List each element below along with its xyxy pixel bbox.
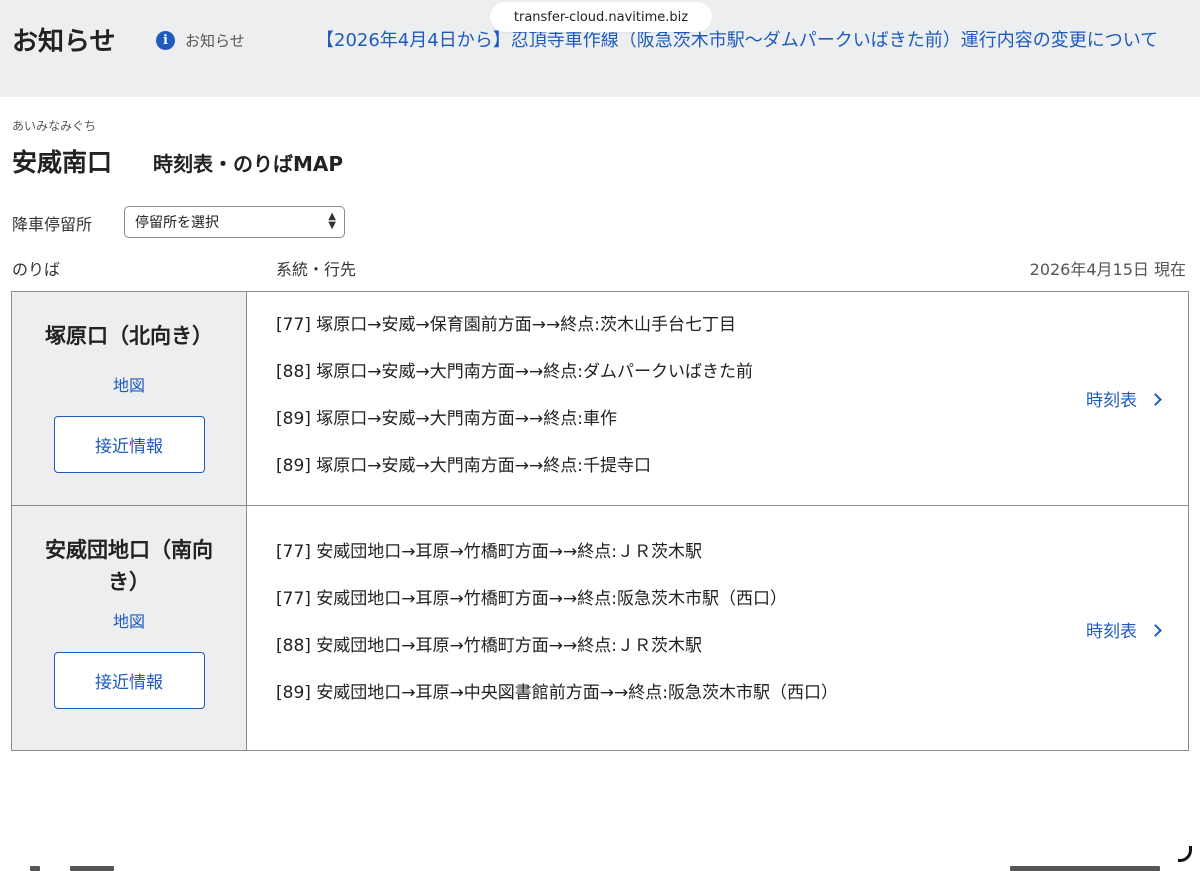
- route-cell: [77] 安威団地口→耳原→竹橋町方面→→終点:ＪＲ茨木駅 [77] 安威団地口…: [247, 506, 1188, 750]
- timetable-link-label: 時刻表: [1086, 391, 1137, 411]
- route-item: [88] 塚原口→安威→大門南方面→→終点:ダムパークいばきた前: [276, 362, 754, 382]
- route-cell: [77] 塚原口→安威→保育園前方面→→終点:茨木山手台七丁目 [88] 塚原口…: [247, 292, 1188, 505]
- stop-name-reading: あいみなみぐち: [12, 119, 97, 133]
- notice-headline-link[interactable]: 【2026年4月4日から】忍頂寺車作線（阪急茨木市駅〜ダムパークいばきた前）運行…: [316, 28, 1200, 54]
- notice-tag-label: お知らせ: [185, 31, 245, 50]
- scroll-indicator-icon: [1178, 846, 1192, 862]
- platform-row: 塚原口（北向き） 地図 接近情報 [77] 塚原口→安威→保育園前方面→→終点:…: [12, 292, 1188, 505]
- page-subtitle: 時刻表・のりばMAP: [153, 152, 344, 176]
- platform-name: 安威団地口（南向き）: [45, 538, 213, 594]
- platform-table: 塚原口（北向き） 地図 接近情報 [77] 塚原口→安威→保育園前方面→→終点:…: [11, 291, 1189, 751]
- approach-info-button[interactable]: 接近情報: [53, 652, 205, 709]
- platform-cell: 塚原口（北向き） 地図 接近情報: [12, 292, 247, 505]
- approach-info-button[interactable]: 接近情報: [53, 416, 205, 473]
- as-of-date: 2026年4月15日 現在: [1029, 260, 1186, 279]
- alight-stop-label: 降車停留所: [12, 215, 93, 234]
- column-header-route: 系統・行先: [276, 260, 357, 279]
- info-icon: i: [156, 30, 175, 50]
- select-chevron-icon: ▲ ▼: [328, 211, 336, 231]
- timetable-link[interactable]: 時刻表: [1086, 386, 1162, 411]
- platform-cell: 安威団地口（南向き） 地図 接近情報: [12, 506, 247, 750]
- platform-row: 安威団地口（南向き） 地図 接近情報 [77] 安威団地口→耳原→竹橋町方面→→…: [12, 505, 1188, 750]
- notice-tag: i お知らせ: [156, 30, 245, 50]
- timetable-link-label: 時刻表: [1086, 622, 1137, 642]
- cutoff-text-right: [1010, 862, 1170, 871]
- alight-stop-select[interactable]: 停留所を選択 ▲ ▼: [124, 206, 345, 238]
- chevron-right-icon: [1149, 392, 1162, 406]
- route-item: [88] 安威団地口→耳原→竹橋町方面→→終点:ＪＲ茨木駅: [276, 636, 703, 656]
- chevron-right-icon: [1149, 623, 1162, 637]
- route-item: [89] 塚原口→安威→大門南方面→→終点:千提寺口: [276, 456, 652, 476]
- route-list: [77] 安威団地口→耳原→竹橋町方面→→終点:ＪＲ茨木駅 [77] 安威団地口…: [276, 540, 838, 728]
- map-link[interactable]: 地図: [113, 372, 145, 396]
- address-bar[interactable]: transfer-cloud.navitime.biz: [490, 2, 712, 32]
- platform-name: 塚原口（北向き）: [45, 324, 213, 348]
- route-item: [77] 塚原口→安威→保育園前方面→→終点:茨木山手台七丁目: [276, 315, 737, 335]
- alight-stop-select-value: 停留所を選択: [135, 215, 219, 231]
- route-item: [89] 塚原口→安威→大門南方面→→終点:車作: [276, 409, 618, 429]
- column-header-platform: のりば: [12, 260, 61, 279]
- route-list: [77] 塚原口→安威→保育園前方面→→終点:茨木山手台七丁目 [88] 塚原口…: [276, 313, 753, 501]
- next-section-cutoff: [0, 862, 1200, 871]
- notice-title: お知らせ: [12, 27, 116, 57]
- timetable-link[interactable]: 時刻表: [1086, 617, 1162, 642]
- map-link[interactable]: 地図: [113, 608, 145, 632]
- route-item: [77] 安威団地口→耳原→竹橋町方面→→終点:阪急茨木市駅（西口）: [276, 589, 788, 609]
- cutoff-text-left: [30, 862, 120, 871]
- page-title: 安威南口: [12, 148, 113, 177]
- route-item: [77] 安威団地口→耳原→竹橋町方面→→終点:ＪＲ茨木駅: [276, 542, 703, 562]
- route-item: [89] 安威団地口→耳原→中央図書館前方面→→終点:阪急茨木市駅（西口）: [276, 683, 839, 703]
